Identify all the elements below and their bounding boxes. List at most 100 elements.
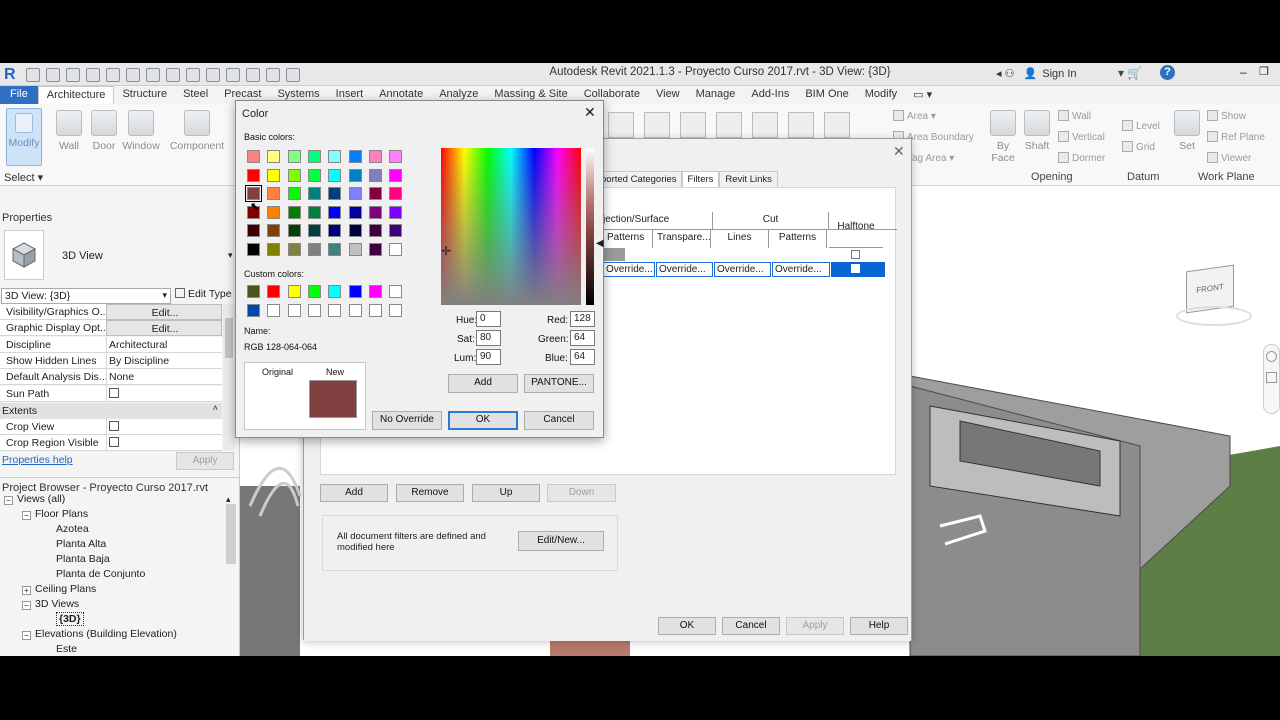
override-cell[interactable]: Override... [603,262,655,277]
apply-button[interactable]: Apply [176,452,234,470]
hue-input[interactable]: 0 [476,311,501,327]
vg-help-button[interactable]: Help [850,617,908,635]
tab-imported-categories[interactable]: ported Categories [596,171,682,188]
type-selector-arrow-icon[interactable]: ▾ [228,250,233,261]
basic-color-swatch[interactable] [348,205,362,219]
color-ok-button[interactable]: OK [448,411,518,430]
property-value[interactable] [106,385,222,402]
model-line-icon[interactable] [680,112,706,138]
tab-add-ins[interactable]: Add-Ins [743,86,797,104]
browser-item[interactable]: Planta Alta [56,538,106,550]
custom-color-swatch[interactable] [247,285,260,298]
basic-color-swatch[interactable] [389,205,403,219]
basic-color-swatch[interactable] [245,185,262,202]
text-icon[interactable] [186,68,200,82]
print-icon[interactable] [126,68,140,82]
tab-structure[interactable]: Structure [114,86,175,104]
revit-logo-icon[interactable]: R [4,66,20,84]
browser-scrollbar-thumb[interactable] [226,504,236,564]
browser-item[interactable]: −3D Views [22,598,79,610]
sync-icon[interactable] [66,68,80,82]
section-icon[interactable] [226,68,240,82]
basic-color-swatch[interactable] [328,205,342,219]
undo-icon[interactable] [86,68,100,82]
pantone-button[interactable]: PANTONE... [524,374,594,393]
basic-color-swatch[interactable] [348,168,362,182]
basic-color-swatch[interactable] [348,224,362,237]
show-button[interactable]: Show [1207,110,1246,122]
browser-item[interactable]: Azotea [56,523,89,535]
luminosity-slider[interactable] [586,148,594,305]
sat-input[interactable]: 80 [476,330,501,346]
area-button[interactable]: Area ▾ [893,110,936,122]
color-cancel-button[interactable]: Cancel [524,411,594,430]
dimension-icon[interactable] [166,68,180,82]
basic-color-swatch[interactable] [389,224,403,237]
custom-color-swatch[interactable] [267,285,281,298]
lum-input[interactable]: 90 [476,349,501,365]
level-button[interactable]: Level [1122,120,1160,132]
minimize-icon[interactable]: – [1240,65,1247,79]
move-down-button[interactable]: Down [547,484,616,502]
basic-color-swatch[interactable] [247,242,260,256]
tab-revit-links[interactable]: Revit Links [719,171,778,188]
basic-color-swatch[interactable] [368,205,382,219]
basic-color-swatch[interactable] [368,224,382,237]
tab-steel[interactable]: Steel [175,86,216,104]
collapse-icon[interactable]: − [4,496,13,505]
thin-lines-icon[interactable] [246,68,260,82]
add-filter-button[interactable]: Add [320,484,388,502]
override-cell[interactable]: Override... [772,262,830,277]
binoculars-icon[interactable]: ◂ ⚇ [996,68,1014,80]
edit-new-button[interactable]: Edit/New... [518,531,604,551]
custom-color-swatch[interactable] [307,285,321,298]
browser-item[interactable]: − Floor Plans [22,508,88,520]
basic-color-swatch[interactable] [328,150,342,163]
close-hidden-icon[interactable] [266,68,280,82]
browser-item[interactable]: Este [56,643,77,655]
basic-color-swatch[interactable] [307,168,321,182]
custom-color-swatch[interactable] [368,285,382,298]
modify-button[interactable]: Modify [6,108,42,166]
custom-color-swatch[interactable] [247,303,260,317]
window-button[interactable]: Window [121,110,161,152]
set-button[interactable]: Set [1174,110,1200,152]
basic-color-swatch[interactable] [247,168,260,182]
tag-room-icon[interactable] [824,112,850,138]
ribbon-toggle-icon[interactable]: ▭ ▾ [905,86,940,104]
property-checkbox[interactable] [109,421,119,431]
door-button[interactable]: Door [90,110,118,152]
properties-help-link[interactable]: Properties help [2,454,73,466]
custom-color-swatch[interactable] [267,303,281,317]
vg-close-icon[interactable]: ✕ [893,143,905,160]
model-text-icon[interactable] [644,112,670,138]
redo-icon[interactable] [106,68,120,82]
property-value[interactable]: Architectural [106,336,222,353]
basic-color-swatch[interactable] [307,242,321,256]
no-override-button[interactable]: No Override [372,411,442,430]
basic-color-swatch[interactable] [348,242,362,256]
hue-saturation-spectrum[interactable]: ✛ [441,148,581,305]
browser-item[interactable]: Planta de Conjunto [56,568,145,580]
wall-button[interactable]: Wall [55,110,83,152]
extents-section-header[interactable]: Extents ˄ [0,403,222,419]
green-input[interactable]: 64 [570,330,595,346]
expand-icon[interactable]: + [22,586,31,595]
vertical-button[interactable]: Vertical [1058,131,1105,143]
basic-color-swatch[interactable] [267,168,281,182]
basic-color-swatch[interactable] [368,187,382,200]
basic-color-swatch[interactable] [307,150,321,163]
navigation-bar[interactable] [1263,344,1280,414]
basic-color-swatch[interactable] [287,150,301,163]
browser-item[interactable]: Planta Baja [56,553,110,565]
edit-button[interactable]: Edit... [106,304,222,320]
basic-color-swatch[interactable] [348,187,362,200]
switch-windows-icon[interactable] [286,68,300,82]
shaft-button[interactable]: Shaft [1022,110,1052,152]
basic-color-swatch[interactable] [368,242,382,256]
basic-color-swatch[interactable] [348,150,362,163]
instance-selector[interactable]: 3D View: {3D} ▾ [1,288,171,304]
sign-in-label[interactable]: Sign In [1042,68,1076,80]
property-value[interactable]: By Discipline [106,352,222,369]
basic-color-swatch[interactable] [389,150,403,163]
